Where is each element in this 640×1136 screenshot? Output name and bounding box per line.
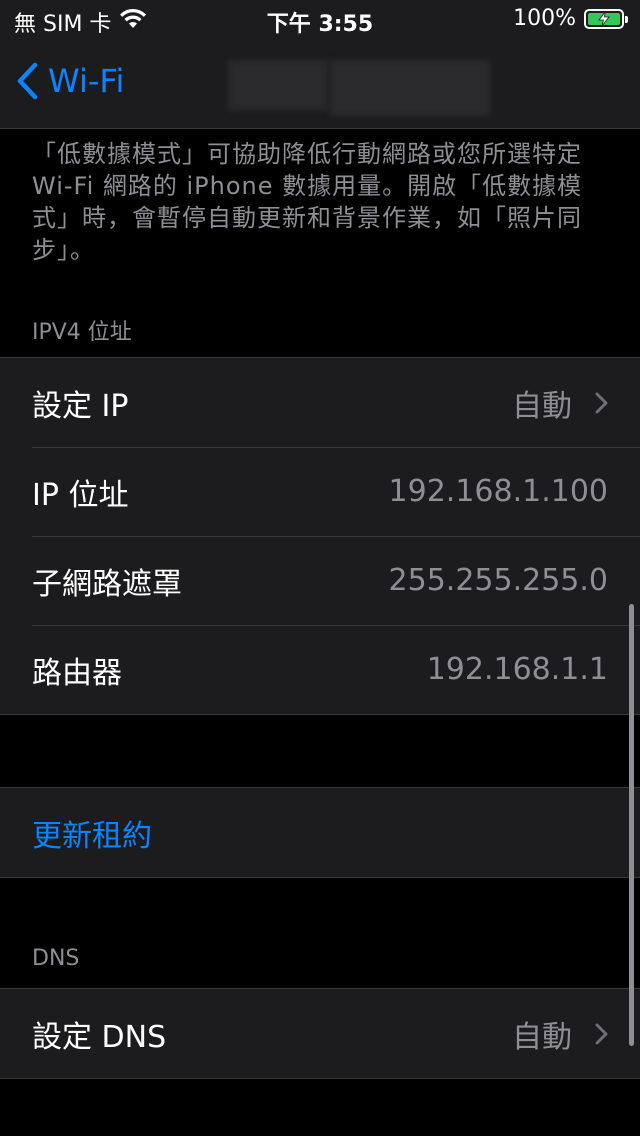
configure-dns-label: 設定 DNS xyxy=(32,1019,167,1055)
scroll-indicator[interactable] xyxy=(629,604,634,1046)
low-data-description: 「低數據模式」可協助降低行動網路或您所選特定 Wi-Fi 網路的 iPhone … xyxy=(32,140,583,264)
battery-icon xyxy=(584,8,628,29)
charging-bolt-icon xyxy=(598,11,610,26)
ip-address-label: IP 位址 xyxy=(32,477,129,513)
back-button[interactable]: Wi-Fi xyxy=(16,62,124,100)
chevron-right-icon xyxy=(595,1023,608,1044)
configure-dns-row[interactable]: 設定 DNS 自動 xyxy=(0,989,640,1078)
chevron-right-icon xyxy=(595,392,608,413)
configure-ip-row[interactable]: 設定 IP 自動 xyxy=(0,358,640,447)
status-bar: 無 SIM 卡 下午 3:55 100% xyxy=(0,0,640,40)
redacted-title-right xyxy=(330,60,490,116)
battery-cap xyxy=(625,15,628,23)
dns-group: 設定 DNS 自動 xyxy=(0,988,640,1079)
subnet-mask-label: 子網路遮罩 xyxy=(32,566,182,602)
status-right: 100% xyxy=(513,6,628,31)
router-value: 192.168.1.1 xyxy=(426,652,608,687)
back-label: Wi-Fi xyxy=(48,62,125,100)
renew-group: 更新租約 xyxy=(0,787,640,878)
chevron-left-icon xyxy=(17,62,38,100)
router-label: 路由器 xyxy=(32,655,122,691)
configure-ip-label: 設定 IP xyxy=(32,388,129,424)
battery-percent: 100% xyxy=(513,6,576,31)
nav-bar: Wi-Fi xyxy=(0,40,640,129)
ip-address-row: IP 位址 192.168.1.100 xyxy=(0,447,640,536)
dns-header: DNS xyxy=(32,946,80,971)
screen: 無 SIM 卡 下午 3:55 100% Wi-Fi 「低數據模式」可協助降低行… xyxy=(0,0,640,1136)
ipv4-group: 設定 IP 自動 IP 位址 192.168.1.100 子網路遮罩 255.2… xyxy=(0,357,640,715)
configure-ip-value: 自動 xyxy=(512,388,572,424)
configure-dns-value: 自動 xyxy=(512,1019,572,1055)
ip-address-value: 192.168.1.100 xyxy=(388,474,608,509)
ipv4-header: IPV4 位址 xyxy=(32,320,132,345)
renew-lease-button[interactable]: 更新租約 xyxy=(0,788,640,877)
subnet-mask-row: 子網路遮罩 255.255.255.0 xyxy=(0,536,640,625)
redacted-title-left xyxy=(228,60,328,110)
subnet-mask-value: 255.255.255.0 xyxy=(388,563,608,598)
renew-lease-label: 更新租約 xyxy=(32,818,152,854)
router-row: 路由器 192.168.1.1 xyxy=(0,625,640,714)
